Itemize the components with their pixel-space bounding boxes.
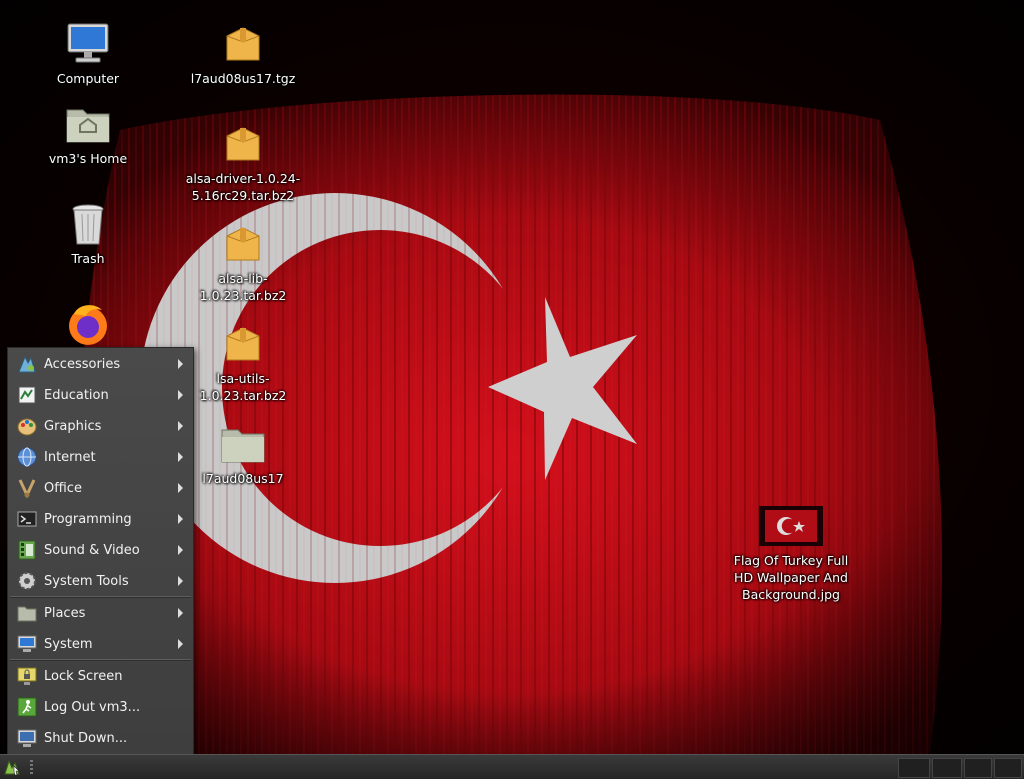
menu-item-internet[interactable]: Internet [8, 443, 193, 471]
menu-item-programming[interactable]: Programming [8, 505, 193, 533]
menu-item-education[interactable]: Education [8, 381, 193, 409]
submenu-arrow-icon [178, 514, 183, 524]
system-icon [17, 635, 37, 652]
desktop-icon-label: l7aud08us17 [202, 471, 284, 486]
menu-item-label: System Tools [44, 573, 129, 589]
menu-item-label: Graphics [44, 418, 102, 434]
desktop-icon-home[interactable]: vm3's Home [23, 100, 153, 167]
desktop-icon-archive[interactable]: alsa-lib-1.0.23.tar.bz2 [178, 220, 308, 304]
applications-menu-button-icon[interactable] [2, 757, 22, 777]
submenu-arrow-icon [178, 390, 183, 400]
menu-separator [10, 659, 191, 661]
desktop-icon-image-file[interactable]: Flag Of Turkey Full HD Wallpaper And Bac… [726, 502, 856, 603]
archive-icon [226, 127, 260, 161]
desktop-icon-computer[interactable]: Computer [23, 20, 153, 87]
log-out-icon [17, 697, 37, 717]
menu-item-office[interactable]: Office [8, 474, 193, 502]
menu-item-label: Lock Screen [44, 668, 123, 684]
submenu-arrow-icon [178, 545, 183, 555]
internet-icon [17, 447, 37, 467]
desktop-icon-trash[interactable]: Trash [23, 200, 153, 267]
graphics-icon [17, 418, 37, 436]
tray-item[interactable] [994, 758, 1022, 778]
submenu-arrow-icon [178, 639, 183, 649]
menu-item-label: Office [44, 480, 82, 496]
menu-item-places[interactable]: Places [8, 599, 193, 627]
desktop-icon-archive[interactable]: lsa-utils-1.0.23.tar.bz2 [178, 320, 308, 404]
menu-item-label: Education [44, 387, 109, 403]
accessories-icon [18, 355, 36, 373]
archive-icon [226, 327, 260, 361]
menu-item-label: Programming [44, 511, 132, 527]
lock-screen-icon [17, 667, 37, 685]
desktop-icon-label: alsa-driver-1.0.24-5.16rc29.tar.bz2 [185, 171, 301, 203]
bottom-panel [0, 754, 1024, 779]
desktop-icon-archive[interactable]: l7aud08us17.tgz [178, 20, 308, 87]
computer-icon [67, 23, 109, 63]
menu-item-sound-video[interactable]: Sound & Video [8, 536, 193, 564]
desktop-icon-label: Trash [71, 251, 105, 266]
menu-item-label: Log Out vm3... [44, 699, 141, 715]
sound-video-icon [18, 540, 36, 560]
shut-down-icon [17, 729, 37, 747]
places-icon [17, 606, 37, 622]
education-icon [18, 386, 36, 404]
desktop-icon-folder[interactable]: l7aud08us17 [178, 420, 308, 487]
desktop-icon-label: Flag Of Turkey Full HD Wallpaper And Bac… [733, 553, 849, 602]
trash-icon [72, 204, 104, 245]
system-tools-icon [18, 572, 36, 590]
menu-item-system[interactable]: System [8, 630, 193, 658]
menu-item-graphics[interactable]: Graphics [8, 412, 193, 440]
desktop-icon-label: l7aud08us17.tgz [190, 71, 296, 86]
submenu-arrow-icon [178, 608, 183, 618]
firefox-icon [69, 305, 107, 345]
panel-drag-handle[interactable] [30, 760, 33, 774]
desktop-icon-label: Computer [56, 71, 120, 86]
desktop-icon-label: alsa-lib-1.0.23.tar.bz2 [199, 271, 287, 303]
programming-icon [17, 511, 37, 527]
menu-item-label: Shut Down... [44, 730, 128, 746]
menu-separator [10, 596, 191, 598]
menu-item-accessories[interactable]: Accessories [8, 350, 193, 378]
submenu-arrow-icon [178, 576, 183, 586]
office-icon [18, 479, 36, 499]
applications-menu: Accessories Education Graphics Internet [7, 347, 194, 755]
menu-item-label: Accessories [44, 356, 121, 372]
tray-item[interactable] [898, 758, 930, 778]
menu-item-label: Internet [44, 449, 96, 465]
archive-icon [226, 227, 260, 261]
desktop-icon-label: vm3's Home [48, 151, 128, 166]
desktop-icon-archive[interactable]: alsa-driver-1.0.24-5.16rc29.tar.bz2 [178, 120, 308, 204]
submenu-arrow-icon [178, 359, 183, 369]
archive-icon [226, 27, 260, 61]
tray-item[interactable] [932, 758, 962, 778]
desktop-icon-label: lsa-utils-1.0.23.tar.bz2 [199, 371, 287, 403]
menu-item-label: System [44, 636, 93, 652]
tray-item[interactable] [964, 758, 992, 778]
menu-item-lock-screen[interactable]: Lock Screen [8, 662, 193, 690]
menu-item-system-tools[interactable]: System Tools [8, 567, 193, 595]
menu-item-log-out[interactable]: Log Out vm3... [8, 693, 193, 721]
image-thumbnail-icon [759, 506, 823, 546]
menu-item-label: Sound & Video [44, 542, 140, 558]
menu-item-shut-down[interactable]: Shut Down... [8, 724, 193, 752]
menu-item-label: Places [44, 605, 86, 621]
folder-icon [221, 429, 265, 463]
desktop-icon-firefox[interactable] [23, 300, 153, 350]
home-folder-icon [66, 109, 110, 143]
submenu-arrow-icon [178, 452, 183, 462]
submenu-arrow-icon [178, 421, 183, 431]
submenu-arrow-icon [178, 483, 183, 493]
